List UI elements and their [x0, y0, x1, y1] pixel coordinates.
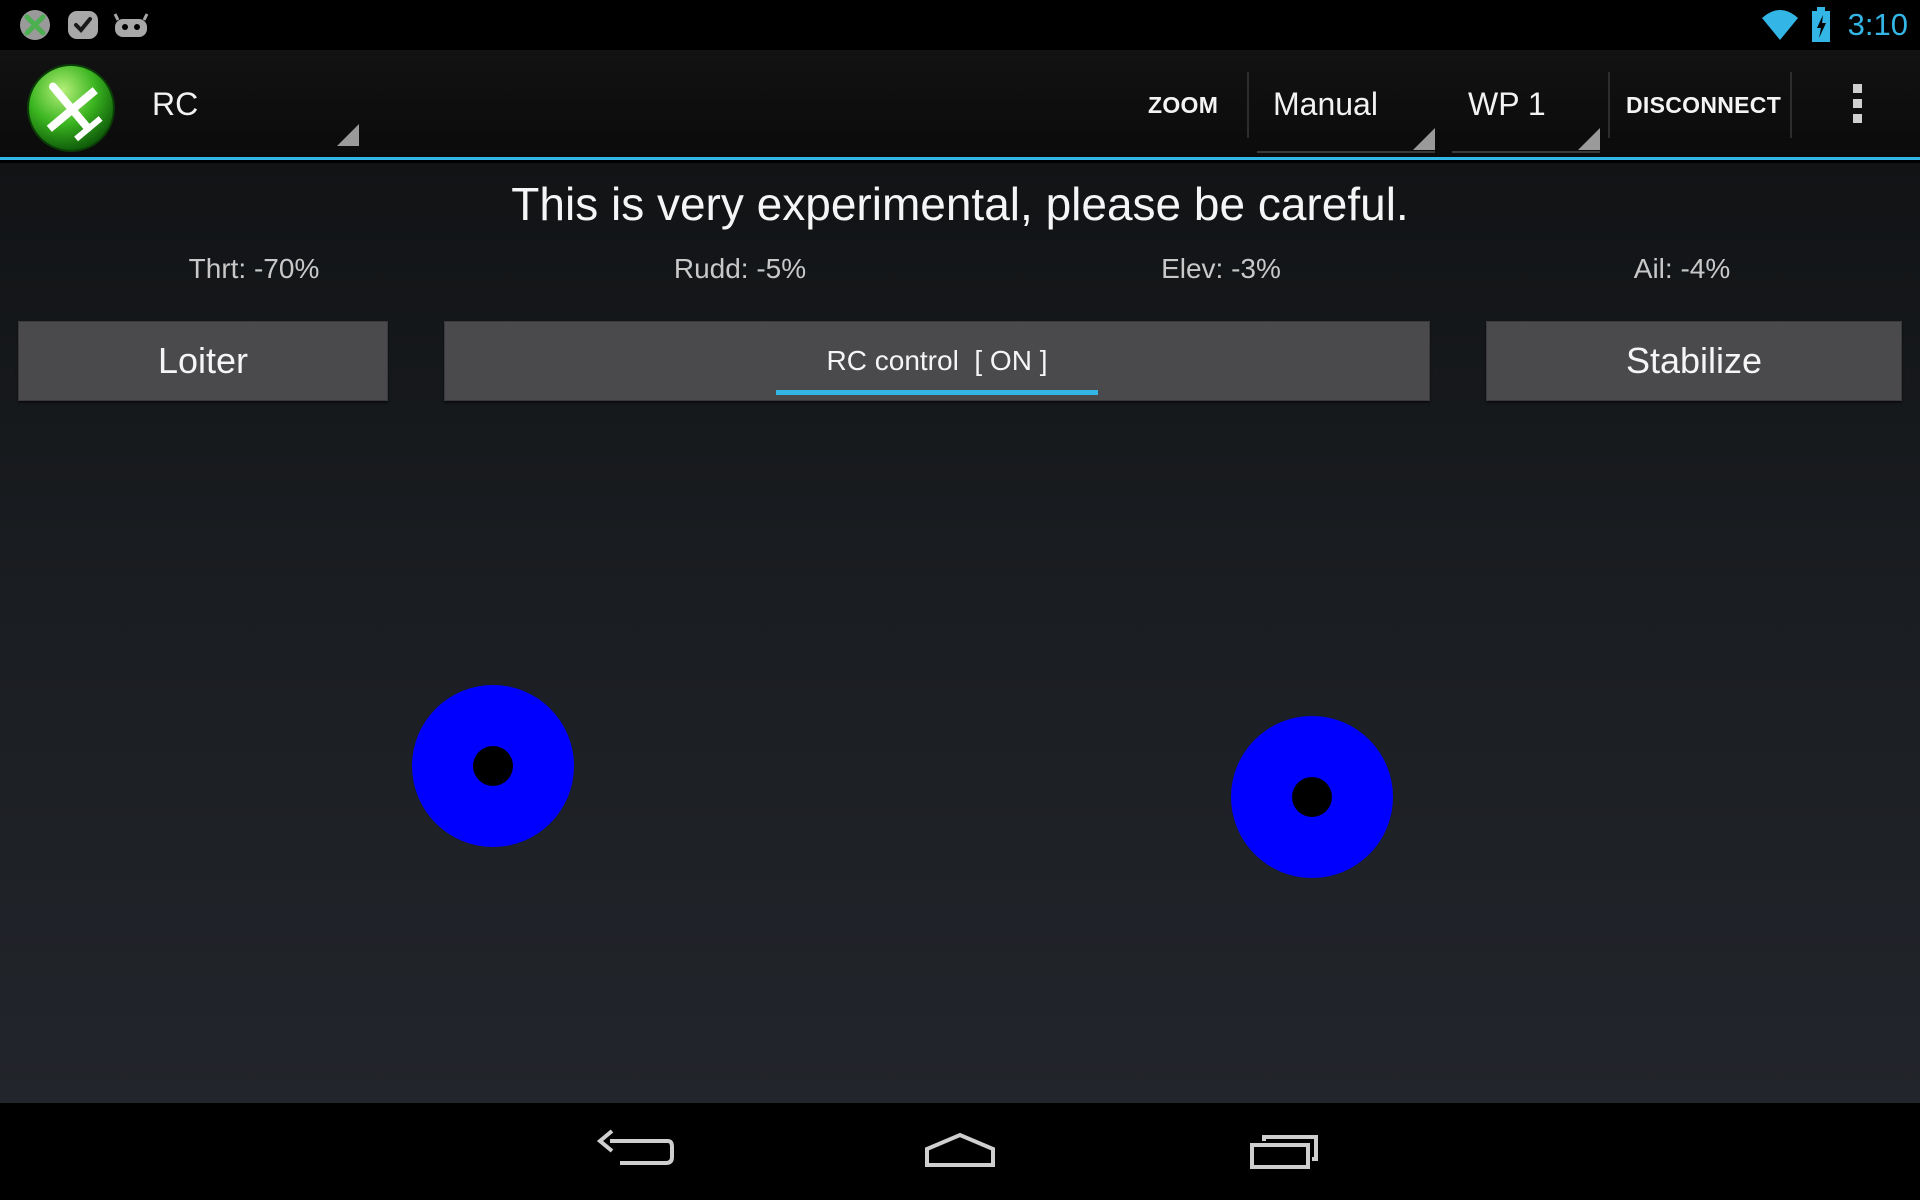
- divider: [1608, 72, 1610, 138]
- recent-apps-icon[interactable]: [1240, 1123, 1330, 1179]
- back-icon[interactable]: [590, 1123, 680, 1179]
- plane-logo-icon[interactable]: [25, 62, 117, 154]
- warning-message: This is very experimental, please be car…: [511, 178, 1409, 230]
- rc-control-toggle[interactable]: RC control [ ON ]: [444, 321, 1430, 401]
- spinner-underline: [1452, 151, 1600, 153]
- spinner-arrow-icon: [1578, 128, 1600, 150]
- action-bar: RC ZOOM Manual WP 1 DISCONNECT: [0, 50, 1920, 160]
- check-icon: [68, 11, 98, 39]
- home-icon[interactable]: [915, 1123, 1005, 1179]
- rc-control-on-indicator: [776, 390, 1098, 395]
- android-icon: [113, 13, 149, 37]
- aileron-readout: Ail: -4%: [1633, 253, 1731, 284]
- right-joystick-center: [1292, 777, 1332, 817]
- status-clock: 3:10: [1847, 7, 1908, 42]
- battery-charging-icon: [1812, 7, 1830, 42]
- elevator-readout: Elev: -3%: [1161, 253, 1281, 284]
- waypoint-spinner-value: WP 1: [1468, 86, 1546, 122]
- navigation-bar: [0, 1103, 1920, 1200]
- spinner-underline: [1257, 151, 1435, 153]
- mode-spinner-value: Manual: [1273, 86, 1378, 122]
- zoom-button[interactable]: ZOOM: [1148, 92, 1218, 119]
- wifi-icon: [1762, 10, 1798, 40]
- stabilize-button[interactable]: Stabilize: [1486, 321, 1902, 401]
- xbox-icon: [20, 10, 50, 40]
- left-joystick[interactable]: [412, 685, 574, 847]
- disconnect-button[interactable]: DISCONNECT: [1626, 92, 1781, 119]
- rc-control-screen: This is very experimental, please be car…: [0, 163, 1920, 1103]
- rudder-readout: Rudd: -5%: [673, 253, 807, 284]
- throttle-readout: Thrt: -70%: [188, 253, 320, 284]
- left-joystick-center: [473, 746, 513, 786]
- spinner-arrow-icon: [1413, 128, 1435, 150]
- right-joystick[interactable]: [1231, 716, 1393, 878]
- spinner-arrow-icon: [337, 124, 359, 146]
- divider: [1247, 72, 1249, 138]
- loiter-button[interactable]: Loiter: [18, 321, 388, 401]
- overflow-menu-icon[interactable]: [1850, 84, 1864, 128]
- status-bar: 3:10: [0, 0, 1920, 50]
- screen-spinner-value: RC: [152, 86, 199, 122]
- divider: [1790, 72, 1792, 138]
